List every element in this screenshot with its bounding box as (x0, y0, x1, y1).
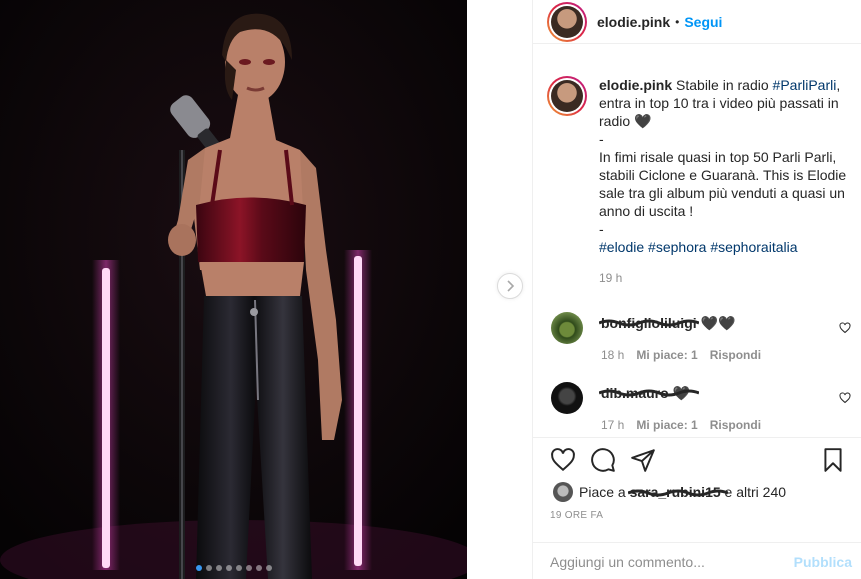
caption-text: elodie.pink Stabile in radio #ParliParli… (599, 76, 852, 287)
comment-likes[interactable]: Mi piace: 1 (636, 348, 697, 362)
comment-item: dib.mauro 🖤 17 h Mi piace: 1 Rispondi (551, 382, 851, 432)
heart-icon[interactable] (839, 392, 851, 404)
black-heart-emoji: 🖤 (634, 113, 652, 129)
comment-avatar[interactable] (551, 382, 583, 414)
hashtag-link[interactable]: #sephoraitalia (710, 239, 797, 255)
caption-dash: - (599, 221, 604, 237)
share-icon[interactable] (630, 447, 656, 473)
photo-illustration (0, 0, 467, 579)
reply-button[interactable]: Rispondi (710, 418, 761, 432)
post-date[interactable]: 19 ORE FA (533, 510, 861, 521)
carousel-dot[interactable] (245, 565, 252, 571)
carousel-dot[interactable] (235, 565, 242, 571)
post-side-panel: elodie.pink • Segui elodie.pink Stabile … (532, 0, 861, 579)
redaction-scribble (599, 319, 699, 327)
header-username[interactable]: elodie.pink (597, 14, 670, 30)
carousel-dot[interactable] (195, 565, 202, 571)
next-slide-button[interactable] (497, 273, 523, 299)
comment-time[interactable]: 17 h (601, 418, 624, 432)
caption-avatar[interactable] (547, 76, 587, 116)
comment-avatar[interactable] (551, 312, 583, 344)
post-photo[interactable] (0, 0, 467, 579)
comment-input[interactable] (550, 553, 794, 570)
caption-dash: - (599, 131, 604, 147)
carousel-dot[interactable] (255, 565, 262, 571)
chevron-right-icon (507, 280, 515, 292)
hashtag-link[interactable]: #sephora (648, 239, 706, 255)
liker-username[interactable]: sara_rubini15 (627, 484, 728, 500)
heart-icon[interactable] (550, 447, 576, 473)
redaction-scribble (599, 389, 699, 397)
separator-bullet: • (675, 14, 680, 29)
caption-timestamp[interactable]: 19 h (599, 269, 852, 287)
carousel-dot[interactable] (265, 565, 272, 571)
comment-meta: 18 h Mi piace: 1 Rispondi (601, 348, 851, 362)
redaction-scribble (627, 489, 728, 497)
add-comment-bar: Pubblica (533, 542, 861, 579)
likes-summary: Piace a sara_rubini15 e altri 240 (533, 482, 861, 502)
bookmark-icon[interactable] (820, 447, 846, 473)
carousel-dot[interactable] (225, 565, 232, 571)
caption-username[interactable]: elodie.pink (599, 77, 672, 93)
caption-paragraph: In fimi risale quasi in top 50 Parli Par… (599, 149, 847, 219)
post-actions: Piace a sara_rubini15 e altri 240 19 ORE… (533, 437, 861, 579)
publish-button[interactable]: Pubblica (794, 554, 852, 570)
liker-avatar[interactable] (553, 482, 573, 502)
post-caption: elodie.pink Stabile in radio #ParliParli… (547, 76, 852, 287)
carousel-dot[interactable] (215, 565, 222, 571)
comment-username[interactable]: dib.mauro (599, 385, 699, 401)
comment-icon[interactable] (590, 447, 616, 473)
comment-text: 🖤🖤 (700, 315, 736, 331)
post-header: elodie.pink • Segui (533, 0, 861, 44)
avatar[interactable] (547, 1, 587, 42)
hashtag-link[interactable]: #ParliParli (773, 77, 837, 93)
caption-hashtags: #elodie #sephora #sephoraitalia (599, 238, 852, 256)
heart-icon[interactable] (839, 322, 851, 334)
follow-button[interactable]: Segui (684, 14, 722, 30)
carousel-dot[interactable] (205, 565, 212, 571)
comment-username[interactable]: bonfiglioliluigi (599, 315, 701, 331)
comment-item: bonfiglioliluigi 🖤🖤 18 h Mi piace: 1 Ris… (551, 312, 851, 362)
likes-prefix: Piace a (579, 484, 626, 500)
comment-likes[interactable]: Mi piace: 1 (636, 418, 697, 432)
carousel-indicator (0, 565, 467, 571)
hashtag-link[interactable]: #elodie (599, 239, 644, 255)
reply-button[interactable]: Rispondi (710, 348, 761, 362)
action-icons-row (533, 438, 861, 476)
comment-time[interactable]: 18 h (601, 348, 624, 362)
comment-meta: 17 h Mi piace: 1 Rispondi (601, 418, 851, 432)
likes-count[interactable]: e altri 240 (725, 484, 786, 500)
caption-line-1: Stabile in radio (676, 77, 769, 93)
